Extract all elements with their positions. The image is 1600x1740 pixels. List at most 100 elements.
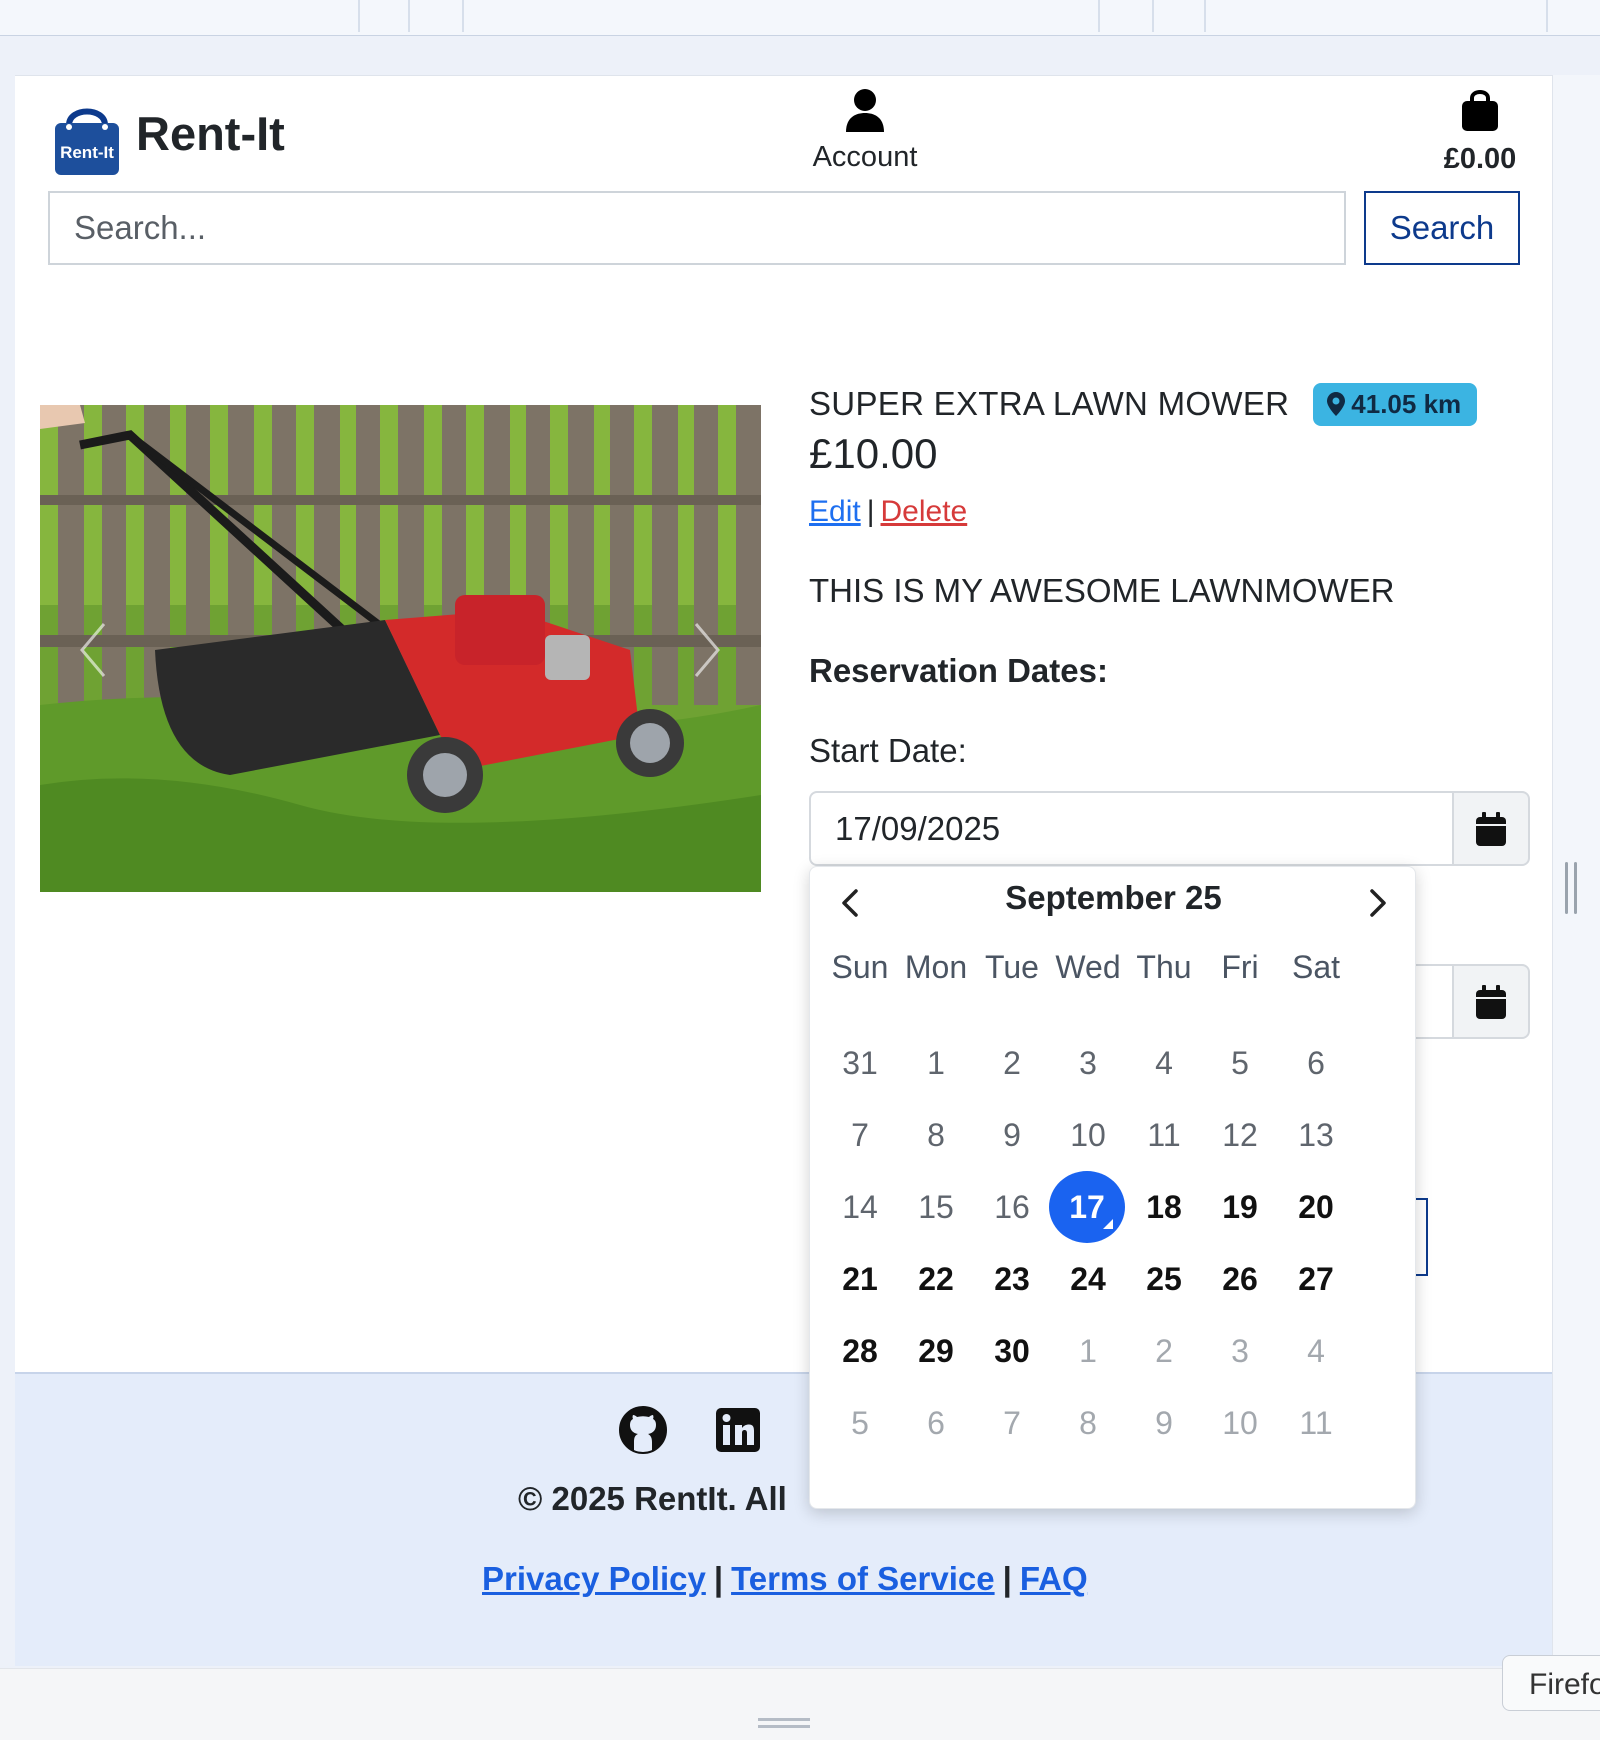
shopping-bag-logo-icon: Rent-It bbox=[55, 108, 119, 175]
day-cell[interactable]: 19 bbox=[1201, 1171, 1279, 1243]
day-cell: 16 bbox=[994, 1189, 1030, 1225]
day-cell[interactable]: 18 bbox=[1125, 1171, 1203, 1243]
day-cell: 11 bbox=[1299, 1405, 1333, 1441]
product-title: SUPER EXTRA LAWN MOWER bbox=[809, 385, 1290, 422]
day-cell: 7 bbox=[851, 1117, 869, 1153]
day-cell: 5 bbox=[851, 1405, 869, 1441]
brand-name[interactable]: Rent-It bbox=[136, 106, 285, 161]
calendar-icon bbox=[1476, 811, 1506, 846]
day-cell: 2 bbox=[1003, 1045, 1021, 1081]
day-cell: 1 bbox=[1079, 1333, 1097, 1369]
product-description: THIS IS MY AWESOME LAWNMOWER bbox=[809, 572, 1395, 609]
copyright-text: © 2025 RentIt. All bbox=[518, 1480, 787, 1517]
user-icon bbox=[846, 89, 884, 132]
lawn-mower-photo bbox=[40, 405, 761, 892]
day-grid: 31 1 2 3 4 5 6 7 8 9 10 11 12 13 14 15 16 17 18 19 20 21 22 23 2… bbox=[810, 1027, 1417, 1507]
day-cell[interactable]: 20 bbox=[1277, 1171, 1355, 1243]
day-cell: 4 bbox=[1155, 1045, 1173, 1081]
day-cell[interactable]: 30 bbox=[973, 1315, 1051, 1387]
day-cell: 1 bbox=[927, 1045, 945, 1081]
weekday-label: Fri bbox=[1221, 949, 1259, 985]
datepicker-popup: September 25 Sun Mon Tue Wed Thu Fri Sat 31 1 2 3… bbox=[809, 866, 1416, 1509]
svg-text:Rent-It: Rent-It bbox=[60, 143, 114, 162]
carousel-next-icon[interactable] bbox=[692, 620, 722, 680]
day-cell[interactable]: 28 bbox=[821, 1315, 899, 1387]
day-cell: 8 bbox=[1079, 1405, 1097, 1441]
weekday-label: Sat bbox=[1291, 949, 1341, 985]
weekday-label: Sun bbox=[831, 949, 889, 985]
day-cell: 13 bbox=[1298, 1117, 1334, 1153]
weekday-label: Thu bbox=[1136, 949, 1192, 985]
day-cell[interactable]: 25 bbox=[1125, 1243, 1203, 1315]
footer-separator: | bbox=[1002, 1560, 1012, 1597]
start-date-group bbox=[809, 791, 1530, 866]
faq-link[interactable]: FAQ bbox=[1020, 1560, 1088, 1597]
day-cell: 5 bbox=[1231, 1045, 1249, 1081]
start-date-label: Start Date: bbox=[809, 732, 967, 769]
distance-value: 41.05 km bbox=[1351, 388, 1462, 419]
next-month-icon[interactable] bbox=[1358, 881, 1398, 925]
weekday-header: Sun Mon Tue Wed Thu Fri Sat bbox=[810, 949, 1417, 995]
day-cell: 3 bbox=[1079, 1045, 1097, 1081]
day-cell: 11 bbox=[1147, 1117, 1181, 1153]
day-cell: 4 bbox=[1307, 1333, 1325, 1369]
end-date-calendar-button[interactable] bbox=[1452, 964, 1530, 1039]
github-icon[interactable] bbox=[619, 1406, 667, 1454]
day-cell: 10 bbox=[1222, 1405, 1258, 1441]
calendar-icon bbox=[1476, 984, 1506, 1019]
day-cell[interactable]: 27 bbox=[1277, 1243, 1355, 1315]
account-link[interactable]: Account bbox=[790, 88, 940, 174]
brand-logo[interactable]: Rent-It bbox=[47, 97, 127, 177]
day-cell: 15 bbox=[918, 1189, 954, 1225]
product-title-row: SUPER EXTRA LAWN MOWER 41.05 km bbox=[809, 382, 1478, 426]
distance-badge: 41.05 km bbox=[1313, 382, 1478, 426]
day-cell: 6 bbox=[1307, 1045, 1325, 1081]
action-separator: | bbox=[866, 495, 875, 528]
start-date-input[interactable] bbox=[809, 791, 1452, 866]
footer-separator: | bbox=[713, 1560, 724, 1597]
day-cell: 7 bbox=[1003, 1405, 1021, 1441]
product-price: £10.00 bbox=[809, 430, 938, 477]
reservation-heading: Reservation Dates: bbox=[809, 652, 1108, 689]
browser-top-strip bbox=[0, 0, 1600, 36]
weekday-label: Wed bbox=[1055, 949, 1121, 985]
day-cell[interactable]: 24 bbox=[1049, 1243, 1127, 1315]
carousel-prev-icon[interactable] bbox=[78, 620, 108, 680]
firefox-tooltip: Firefo bbox=[1502, 1655, 1600, 1711]
shopping-bag-icon bbox=[1462, 90, 1498, 131]
day-cell: 2 bbox=[1155, 1333, 1173, 1369]
weekday-label: Tue bbox=[985, 949, 1039, 985]
linkedin-icon[interactable] bbox=[714, 1406, 762, 1454]
day-cell[interactable]: 21 bbox=[821, 1243, 899, 1315]
day-cell[interactable]: 26 bbox=[1201, 1243, 1279, 1315]
day-cell: 9 bbox=[1155, 1405, 1173, 1441]
privacy-policy-link[interactable]: Privacy Policy bbox=[482, 1560, 706, 1597]
day-cell: 3 bbox=[1231, 1333, 1249, 1369]
day-cell: 10 bbox=[1070, 1117, 1106, 1153]
cart-link[interactable]: £0.00 bbox=[1420, 88, 1540, 176]
pane-resize-handle[interactable] bbox=[1565, 862, 1577, 914]
product-image-carousel[interactable] bbox=[40, 405, 761, 892]
day-cell[interactable]: 23 bbox=[973, 1243, 1051, 1315]
cart-total: £0.00 bbox=[1443, 143, 1517, 175]
search-input[interactable] bbox=[48, 191, 1346, 265]
search-button[interactable]: Search bbox=[1364, 191, 1520, 265]
product-actions: Edit | Delete bbox=[809, 495, 967, 529]
browser-bottom-bar bbox=[0, 1668, 1600, 1740]
day-cell[interactable]: 29 bbox=[897, 1315, 975, 1387]
day-cell: 31 bbox=[842, 1045, 878, 1081]
terms-of-service-link[interactable]: Terms of Service bbox=[731, 1560, 995, 1597]
resize-grip[interactable] bbox=[758, 1718, 810, 1728]
day-cell: 14 bbox=[842, 1189, 878, 1225]
selected-day[interactable]: 17 bbox=[1049, 1171, 1125, 1243]
day-cell: 6 bbox=[927, 1405, 945, 1441]
start-date-calendar-button[interactable] bbox=[1452, 791, 1530, 866]
day-cell: 8 bbox=[927, 1117, 945, 1153]
delete-link[interactable]: Delete bbox=[881, 495, 968, 528]
weekday-label: Mon bbox=[904, 949, 968, 985]
day-cell: 9 bbox=[1003, 1117, 1021, 1153]
edit-link[interactable]: Edit bbox=[809, 495, 861, 528]
footer-links: Privacy Policy | Terms of Service | FAQ bbox=[482, 1560, 1088, 1598]
day-cell[interactable]: 22 bbox=[897, 1243, 975, 1315]
datepicker-month-title: September 25 bbox=[1005, 879, 1222, 916]
